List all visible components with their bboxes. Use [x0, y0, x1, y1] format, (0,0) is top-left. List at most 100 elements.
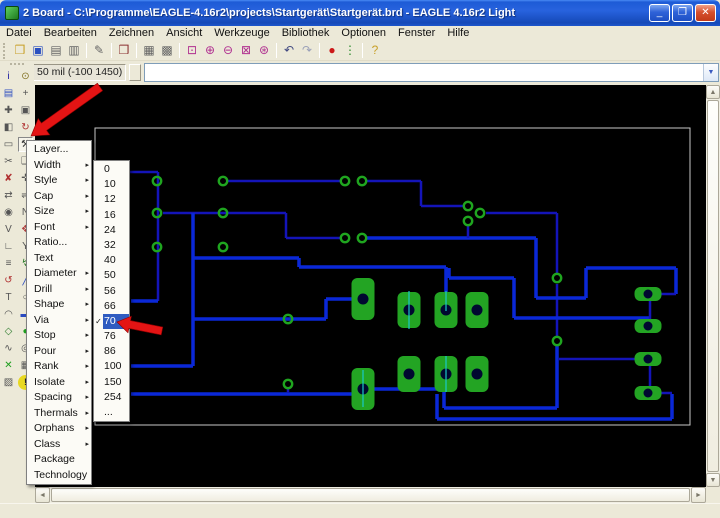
menu-ansicht[interactable]: Ansicht	[160, 26, 208, 41]
width-option-32[interactable]: 32	[94, 238, 129, 253]
zoom-redraw-icon[interactable]: ⊛	[255, 42, 273, 59]
cut-icon[interactable]: ✂	[1, 154, 16, 169]
scroll-right-icon[interactable]: ►	[691, 487, 706, 503]
width-option-50[interactable]: 50	[94, 268, 129, 283]
grid-icon[interactable]: ▦	[140, 42, 158, 59]
value-icon[interactable]: V	[1, 222, 16, 237]
width-option-70[interactable]: ✓70	[94, 314, 129, 329]
menu-item-package[interactable]: Package	[27, 452, 91, 468]
horizontal-scroll-thumb[interactable]	[51, 488, 690, 502]
info-icon[interactable]: i	[1, 69, 16, 84]
menu-item-stop[interactable]: Stop▸	[27, 328, 91, 344]
scroll-up-icon[interactable]: ▲	[706, 85, 720, 99]
zoom-select-icon[interactable]: ⊠	[237, 42, 255, 59]
lock-icon[interactable]: ◉	[1, 205, 16, 220]
width-option-76[interactable]: 76	[94, 329, 129, 344]
rotate-icon[interactable]: ↻	[18, 120, 33, 135]
vertical-scrollbar[interactable]: ▲ ▼	[706, 85, 720, 487]
width-option-16[interactable]: 16	[94, 208, 129, 223]
signal-icon[interactable]: ∿	[1, 341, 16, 356]
menu-hilfe[interactable]: Hilfe	[441, 26, 475, 41]
traffic-light-icon[interactable]: ⋮	[341, 42, 359, 59]
width-option-86[interactable]: 86	[94, 344, 129, 359]
help-icon[interactable]: ?	[366, 42, 384, 59]
menu-fenster[interactable]: Fenster	[392, 26, 441, 41]
menu-item-layer[interactable]: Layer...	[27, 142, 91, 158]
menu-bearbeiten[interactable]: Bearbeiten	[38, 26, 103, 41]
redo-icon[interactable]: ↷	[298, 42, 316, 59]
drc-icon[interactable]: ▨	[1, 375, 16, 390]
menu-item-isolate[interactable]: Isolate▸	[27, 375, 91, 391]
width-option-...[interactable]: ...	[94, 405, 129, 420]
mark-icon[interactable]: +	[18, 86, 33, 101]
width-option-40[interactable]: 40	[94, 253, 129, 268]
display-icon[interactable]: ▤	[1, 86, 16, 101]
minimize-button[interactable]: _	[649, 4, 670, 22]
arc-icon[interactable]: ◠	[1, 307, 16, 322]
maximize-button[interactable]: ❐	[672, 4, 693, 22]
width-option-0[interactable]: 0	[94, 162, 129, 177]
command-combobox[interactable]: ▼	[144, 63, 719, 82]
save-icon[interactable]: ▣	[29, 42, 47, 59]
close-button[interactable]: ✕	[695, 4, 716, 22]
menu-werkzeuge[interactable]: Werkzeuge	[208, 26, 275, 41]
menu-zeichnen[interactable]: Zeichnen	[103, 26, 160, 41]
text-icon[interactable]: T	[1, 290, 16, 305]
mirror-icon[interactable]: ◧	[1, 120, 16, 135]
library-icon[interactable]: ❒	[115, 42, 133, 59]
move-icon[interactable]: ✚	[1, 103, 16, 118]
menu-item-orphans[interactable]: Orphans▸	[27, 421, 91, 437]
vertical-scroll-thumb[interactable]	[707, 100, 719, 472]
miter-icon[interactable]: ∟	[1, 239, 16, 254]
board-canvas[interactable]	[35, 85, 706, 487]
menu-item-pour[interactable]: Pour▸	[27, 344, 91, 360]
polygon-icon[interactable]: ◇	[1, 324, 16, 339]
menu-item-style[interactable]: Style▸	[27, 173, 91, 189]
width-option-10[interactable]: 10	[94, 177, 129, 192]
menu-item-diameter[interactable]: Diameter▸	[27, 266, 91, 282]
ripup-icon[interactable]: ↺	[1, 273, 16, 288]
undo-icon[interactable]: ↶	[280, 42, 298, 59]
menu-item-spacing[interactable]: Spacing▸	[27, 390, 91, 406]
menu-item-width[interactable]: Width▸	[27, 158, 91, 174]
pinswap-icon[interactable]: ⇄	[1, 188, 16, 203]
script-icon[interactable]: ✎	[90, 42, 108, 59]
command-input[interactable]	[145, 64, 703, 81]
optimize-icon[interactable]: ≡	[1, 256, 16, 271]
cam-processor-icon[interactable]: ▥	[65, 42, 83, 59]
menu-item-size[interactable]: Size▸	[27, 204, 91, 220]
width-option-66[interactable]: 66	[94, 299, 129, 314]
menu-item-font[interactable]: Font▸	[27, 220, 91, 236]
chevron-down-icon[interactable]: ▼	[703, 64, 718, 81]
menu-item-class[interactable]: Class▸	[27, 437, 91, 453]
menu-item-shape[interactable]: Shape▸	[27, 297, 91, 313]
titlebar[interactable]: 2 Board - C:\Programme\EAGLE-4.16r2\proj…	[0, 0, 720, 26]
horizontal-scrollbar[interactable]: ◄ ►	[35, 487, 706, 503]
menu-optionen[interactable]: Optionen	[335, 26, 392, 41]
width-option-56[interactable]: 56	[94, 284, 129, 299]
grid-alt-icon[interactable]: ▩	[158, 42, 176, 59]
menu-item-technology[interactable]: Technology	[27, 468, 91, 484]
menu-item-thermals[interactable]: Thermals▸	[27, 406, 91, 422]
menu-item-cap[interactable]: Cap▸	[27, 189, 91, 205]
scroll-left-icon[interactable]: ◄	[35, 487, 50, 503]
menu-datei[interactable]: Datei	[0, 26, 38, 41]
open-icon[interactable]: ❒	[11, 42, 29, 59]
zoom-in-icon[interactable]: ⊕	[201, 42, 219, 59]
group-icon[interactable]: ▭	[1, 137, 16, 152]
width-option-100[interactable]: 100	[94, 359, 129, 374]
menu-item-drill[interactable]: Drill▸	[27, 282, 91, 298]
delete-icon[interactable]: ✘	[1, 171, 16, 186]
menu-item-rank[interactable]: Rank▸	[27, 359, 91, 375]
ratsnest-icon[interactable]: ✕	[1, 358, 16, 373]
menu-item-ratio[interactable]: Ratio...	[27, 235, 91, 251]
stop-icon[interactable]: ●	[323, 42, 341, 59]
menu-bibliothek[interactable]: Bibliothek	[276, 26, 336, 41]
print-icon[interactable]: ▤	[47, 42, 65, 59]
menu-item-text[interactable]: Text	[27, 251, 91, 267]
show-icon[interactable]: ⊙	[18, 69, 33, 84]
copy-icon[interactable]: ▣	[18, 103, 33, 118]
zoom-out-icon[interactable]: ⊖	[219, 42, 237, 59]
width-option-254[interactable]: 254	[94, 390, 129, 405]
width-option-150[interactable]: 150	[94, 375, 129, 390]
